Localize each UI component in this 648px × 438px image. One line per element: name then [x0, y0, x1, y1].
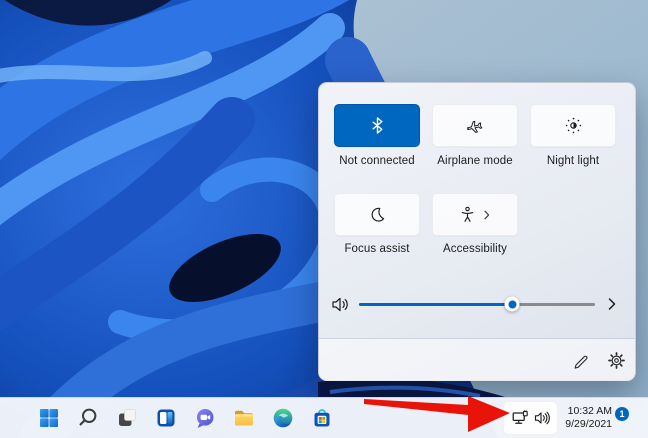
chevron-right-icon — [483, 210, 491, 220]
tile-airplane-mode[interactable] — [432, 104, 518, 147]
widgets-button[interactable] — [146, 398, 185, 438]
chat-icon — [196, 409, 213, 428]
clock-time: 10:32 AM — [567, 405, 612, 417]
quick-settings-panel: Not connected Airplane mode Night light … — [318, 82, 636, 381]
network-icon — [512, 410, 529, 426]
search-icon — [78, 408, 96, 426]
volume-fill — [359, 303, 513, 306]
notification-badge[interactable]: 1 — [615, 407, 629, 421]
accessibility-icon — [459, 206, 476, 223]
bluetooth-icon — [369, 117, 386, 134]
tile-label-airplane: Airplane mode — [437, 155, 513, 167]
windows-logo-icon — [39, 409, 58, 427]
tile-bluetooth[interactable] — [334, 104, 420, 147]
tile-label-night-light: Night light — [546, 155, 600, 167]
volume-thumb[interactable] — [504, 296, 520, 312]
widgets-icon — [157, 409, 174, 427]
system-tray[interactable] — [503, 401, 558, 435]
file-explorer-icon — [234, 410, 253, 426]
focus-assist-icon — [369, 206, 386, 223]
tile-label-bluetooth: Not connected — [339, 155, 415, 167]
microsoft-store-icon — [314, 409, 329, 427]
microsoft-store-button[interactable] — [302, 398, 341, 438]
volume-slider[interactable] — [359, 290, 595, 318]
file-explorer-button[interactable] — [224, 398, 263, 438]
pencil-icon — [572, 352, 589, 369]
gear-icon — [607, 351, 625, 369]
tile-focus-assist[interactable] — [334, 193, 420, 236]
airplane-icon — [465, 117, 485, 135]
chat-button[interactable] — [185, 398, 224, 438]
edit-quick-settings-button[interactable] — [566, 346, 594, 374]
desktop: Not connected Airplane mode Night light … — [0, 0, 648, 438]
tile-night-light[interactable] — [530, 104, 616, 147]
tile-label-focus-assist: Focus assist — [344, 243, 410, 255]
clock-date: 9/29/2021 — [565, 418, 612, 430]
volume-output-chevron-icon[interactable] — [603, 295, 621, 313]
volume-row — [319, 290, 635, 318]
edge-button[interactable] — [263, 398, 302, 438]
task-view-button[interactable] — [107, 398, 146, 438]
task-view-icon — [118, 409, 136, 426]
tray-volume-icon — [534, 410, 550, 426]
tile-label-accessibility: Accessibility — [443, 243, 507, 255]
start-button[interactable] — [29, 398, 68, 438]
all-settings-button[interactable] — [602, 346, 630, 374]
search-button[interactable] — [68, 398, 107, 438]
edge-icon — [273, 408, 292, 428]
taskbar: 10:32 AM 9/29/2021 — [0, 397, 648, 438]
night-light-icon — [565, 117, 582, 134]
quick-settings-footer — [319, 339, 635, 381]
clock[interactable]: 10:32 AM 9/29/2021 — [557, 405, 612, 431]
volume-icon[interactable] — [331, 295, 350, 314]
tile-accessibility[interactable] — [432, 193, 518, 236]
taskbar-icons — [29, 398, 341, 438]
